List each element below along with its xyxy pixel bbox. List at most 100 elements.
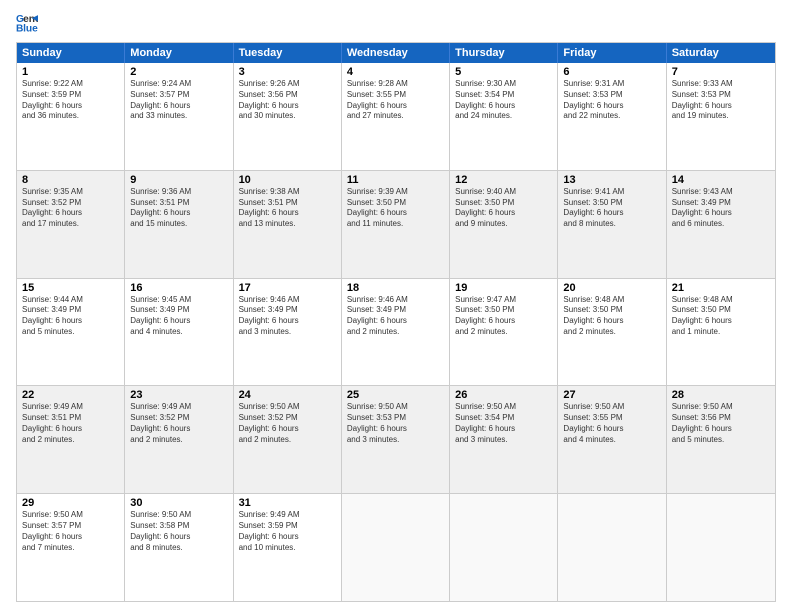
day-info: Sunrise: 9:49 AM Sunset: 3:52 PM Dayligh…	[130, 402, 227, 445]
day-info: Sunrise: 9:41 AM Sunset: 3:50 PM Dayligh…	[563, 187, 660, 230]
day-number: 9	[130, 174, 227, 186]
day-cell-16: 16Sunrise: 9:45 AM Sunset: 3:49 PM Dayli…	[125, 279, 233, 386]
day-info: Sunrise: 9:47 AM Sunset: 3:50 PM Dayligh…	[455, 295, 552, 338]
day-info: Sunrise: 9:39 AM Sunset: 3:50 PM Dayligh…	[347, 187, 444, 230]
day-cell-14: 14Sunrise: 9:43 AM Sunset: 3:49 PM Dayli…	[667, 171, 775, 278]
header: G eneral B lue	[16, 12, 776, 34]
day-cell-9: 9Sunrise: 9:36 AM Sunset: 3:51 PM Daylig…	[125, 171, 233, 278]
day-cell-10: 10Sunrise: 9:38 AM Sunset: 3:51 PM Dayli…	[234, 171, 342, 278]
day-info: Sunrise: 9:36 AM Sunset: 3:51 PM Dayligh…	[130, 187, 227, 230]
day-cell-25: 25Sunrise: 9:50 AM Sunset: 3:53 PM Dayli…	[342, 386, 450, 493]
day-number: 17	[239, 282, 336, 294]
day-cell-3: 3Sunrise: 9:26 AM Sunset: 3:56 PM Daylig…	[234, 63, 342, 170]
day-cell-28: 28Sunrise: 9:50 AM Sunset: 3:56 PM Dayli…	[667, 386, 775, 493]
header-day-wednesday: Wednesday	[342, 43, 450, 63]
day-info: Sunrise: 9:46 AM Sunset: 3:49 PM Dayligh…	[239, 295, 336, 338]
day-number: 23	[130, 389, 227, 401]
day-number: 6	[563, 66, 660, 78]
day-info: Sunrise: 9:24 AM Sunset: 3:57 PM Dayligh…	[130, 79, 227, 122]
day-number: 27	[563, 389, 660, 401]
svg-text:B: B	[16, 24, 23, 34]
day-cell-1: 1Sunrise: 9:22 AM Sunset: 3:59 PM Daylig…	[17, 63, 125, 170]
day-info: Sunrise: 9:22 AM Sunset: 3:59 PM Dayligh…	[22, 79, 119, 122]
day-number: 21	[672, 282, 770, 294]
day-cell-11: 11Sunrise: 9:39 AM Sunset: 3:50 PM Dayli…	[342, 171, 450, 278]
day-info: Sunrise: 9:46 AM Sunset: 3:49 PM Dayligh…	[347, 295, 444, 338]
day-cell-17: 17Sunrise: 9:46 AM Sunset: 3:49 PM Dayli…	[234, 279, 342, 386]
day-info: Sunrise: 9:30 AM Sunset: 3:54 PM Dayligh…	[455, 79, 552, 122]
day-number: 15	[22, 282, 119, 294]
day-number: 30	[130, 497, 227, 509]
day-info: Sunrise: 9:50 AM Sunset: 3:58 PM Dayligh…	[130, 510, 227, 553]
empty-cell	[342, 494, 450, 601]
calendar-row-1: 1Sunrise: 9:22 AM Sunset: 3:59 PM Daylig…	[17, 63, 775, 170]
svg-text:lue: lue	[23, 24, 38, 34]
logo: G eneral B lue	[16, 12, 42, 34]
day-cell-23: 23Sunrise: 9:49 AM Sunset: 3:52 PM Dayli…	[125, 386, 233, 493]
day-info: Sunrise: 9:48 AM Sunset: 3:50 PM Dayligh…	[672, 295, 770, 338]
day-number: 2	[130, 66, 227, 78]
day-info: Sunrise: 9:49 AM Sunset: 3:51 PM Dayligh…	[22, 402, 119, 445]
day-cell-2: 2Sunrise: 9:24 AM Sunset: 3:57 PM Daylig…	[125, 63, 233, 170]
day-info: Sunrise: 9:50 AM Sunset: 3:53 PM Dayligh…	[347, 402, 444, 445]
calendar-body: 1Sunrise: 9:22 AM Sunset: 3:59 PM Daylig…	[17, 63, 775, 601]
day-number: 28	[672, 389, 770, 401]
day-number: 5	[455, 66, 552, 78]
day-number: 16	[130, 282, 227, 294]
day-cell-31: 31Sunrise: 9:49 AM Sunset: 3:59 PM Dayli…	[234, 494, 342, 601]
calendar-row-5: 29Sunrise: 9:50 AM Sunset: 3:57 PM Dayli…	[17, 493, 775, 601]
day-info: Sunrise: 9:43 AM Sunset: 3:49 PM Dayligh…	[672, 187, 770, 230]
day-number: 12	[455, 174, 552, 186]
day-info: Sunrise: 9:50 AM Sunset: 3:56 PM Dayligh…	[672, 402, 770, 445]
day-cell-22: 22Sunrise: 9:49 AM Sunset: 3:51 PM Dayli…	[17, 386, 125, 493]
day-info: Sunrise: 9:33 AM Sunset: 3:53 PM Dayligh…	[672, 79, 770, 122]
empty-cell	[450, 494, 558, 601]
day-info: Sunrise: 9:50 AM Sunset: 3:54 PM Dayligh…	[455, 402, 552, 445]
day-number: 14	[672, 174, 770, 186]
logo-icon: G eneral B lue	[16, 12, 38, 34]
calendar-row-2: 8Sunrise: 9:35 AM Sunset: 3:52 PM Daylig…	[17, 170, 775, 278]
page: G eneral B lue SundayMondayTuesdayWednes…	[0, 0, 792, 612]
header-day-monday: Monday	[125, 43, 233, 63]
day-cell-4: 4Sunrise: 9:28 AM Sunset: 3:55 PM Daylig…	[342, 63, 450, 170]
day-cell-27: 27Sunrise: 9:50 AM Sunset: 3:55 PM Dayli…	[558, 386, 666, 493]
day-cell-26: 26Sunrise: 9:50 AM Sunset: 3:54 PM Dayli…	[450, 386, 558, 493]
day-cell-8: 8Sunrise: 9:35 AM Sunset: 3:52 PM Daylig…	[17, 171, 125, 278]
header-day-friday: Friday	[558, 43, 666, 63]
day-cell-5: 5Sunrise: 9:30 AM Sunset: 3:54 PM Daylig…	[450, 63, 558, 170]
day-number: 20	[563, 282, 660, 294]
day-number: 31	[239, 497, 336, 509]
day-cell-19: 19Sunrise: 9:47 AM Sunset: 3:50 PM Dayli…	[450, 279, 558, 386]
day-number: 1	[22, 66, 119, 78]
empty-cell	[667, 494, 775, 601]
day-number: 11	[347, 174, 444, 186]
calendar: SundayMondayTuesdayWednesdayThursdayFrid…	[16, 42, 776, 602]
day-info: Sunrise: 9:50 AM Sunset: 3:55 PM Dayligh…	[563, 402, 660, 445]
calendar-header: SundayMondayTuesdayWednesdayThursdayFrid…	[17, 43, 775, 63]
day-cell-20: 20Sunrise: 9:48 AM Sunset: 3:50 PM Dayli…	[558, 279, 666, 386]
day-info: Sunrise: 9:26 AM Sunset: 3:56 PM Dayligh…	[239, 79, 336, 122]
day-info: Sunrise: 9:49 AM Sunset: 3:59 PM Dayligh…	[239, 510, 336, 553]
day-info: Sunrise: 9:44 AM Sunset: 3:49 PM Dayligh…	[22, 295, 119, 338]
day-number: 26	[455, 389, 552, 401]
header-day-thursday: Thursday	[450, 43, 558, 63]
header-day-sunday: Sunday	[17, 43, 125, 63]
day-cell-18: 18Sunrise: 9:46 AM Sunset: 3:49 PM Dayli…	[342, 279, 450, 386]
day-cell-24: 24Sunrise: 9:50 AM Sunset: 3:52 PM Dayli…	[234, 386, 342, 493]
day-info: Sunrise: 9:45 AM Sunset: 3:49 PM Dayligh…	[130, 295, 227, 338]
day-info: Sunrise: 9:31 AM Sunset: 3:53 PM Dayligh…	[563, 79, 660, 122]
day-number: 25	[347, 389, 444, 401]
day-number: 18	[347, 282, 444, 294]
day-number: 3	[239, 66, 336, 78]
empty-cell	[558, 494, 666, 601]
day-number: 4	[347, 66, 444, 78]
day-cell-13: 13Sunrise: 9:41 AM Sunset: 3:50 PM Dayli…	[558, 171, 666, 278]
day-info: Sunrise: 9:38 AM Sunset: 3:51 PM Dayligh…	[239, 187, 336, 230]
day-number: 8	[22, 174, 119, 186]
day-number: 29	[22, 497, 119, 509]
day-info: Sunrise: 9:40 AM Sunset: 3:50 PM Dayligh…	[455, 187, 552, 230]
day-cell-15: 15Sunrise: 9:44 AM Sunset: 3:49 PM Dayli…	[17, 279, 125, 386]
day-info: Sunrise: 9:50 AM Sunset: 3:57 PM Dayligh…	[22, 510, 119, 553]
header-day-saturday: Saturday	[667, 43, 775, 63]
calendar-row-4: 22Sunrise: 9:49 AM Sunset: 3:51 PM Dayli…	[17, 385, 775, 493]
